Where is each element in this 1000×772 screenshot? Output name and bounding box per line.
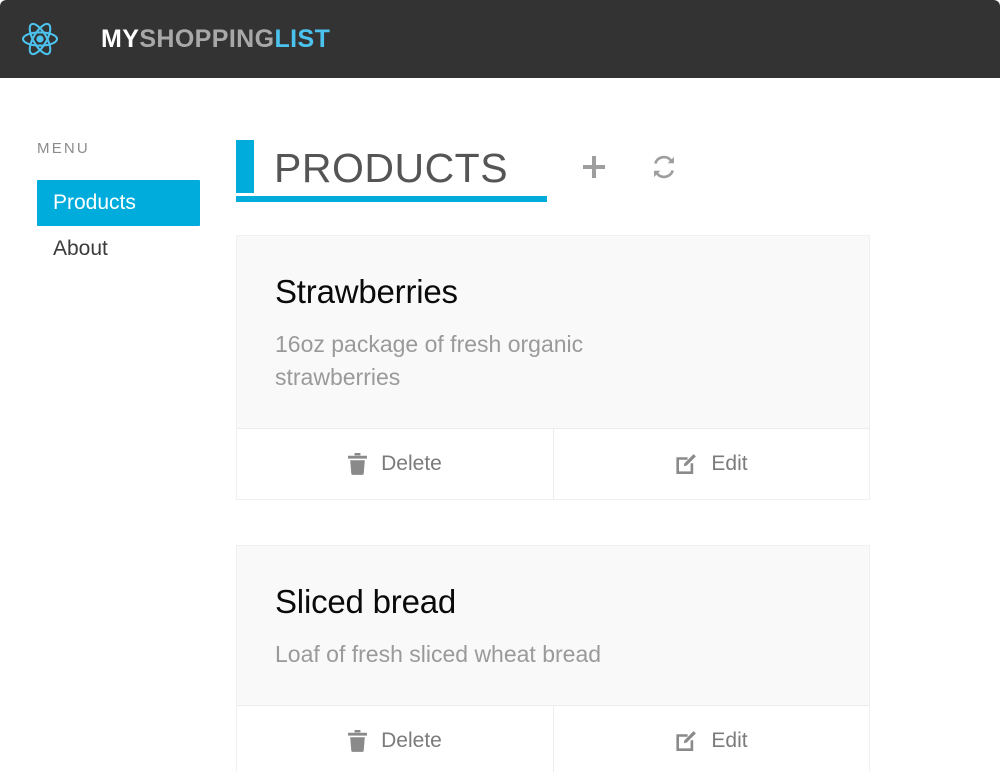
edit-button[interactable]: Edit (553, 705, 869, 772)
product-card-body: Strawberries 16oz package of fresh organ… (237, 236, 869, 428)
sidebar-item-products[interactable]: Products (37, 180, 200, 227)
react-logo-icon (16, 15, 64, 63)
sidebar-heading: MENU (37, 140, 90, 157)
main-content: PRODUCTS Strawberries 16oz package of fr… (236, 140, 1000, 772)
brand-title[interactable]: MYSHOPPINGLIST (101, 24, 331, 53)
brand-title-list: LIST (274, 24, 331, 53)
refresh-button[interactable] (643, 146, 685, 188)
product-description: Loaf of fresh sliced wheat bread (275, 640, 602, 667)
delete-button-label: Delete (381, 728, 442, 752)
edit-button[interactable]: Edit (553, 428, 869, 499)
page-header-actions (573, 146, 685, 188)
trash-icon (348, 729, 368, 752)
page-title: PRODUCTS (274, 144, 509, 191)
brand-title-shopping: SHOPPING (139, 24, 275, 53)
product-card-body: Sliced bread Loaf of fresh sliced wheat … (237, 546, 869, 705)
edit-icon (675, 453, 697, 475)
edit-button-label: Edit (711, 451, 748, 475)
product-card: Sliced bread Loaf of fresh sliced wheat … (236, 544, 870, 772)
brand-title-my: MY (101, 24, 140, 53)
page-title-block: PRODUCTS (236, 140, 547, 202)
product-description: 16oz package of fresh organic strawberri… (275, 331, 584, 390)
product-title: Sliced bread (275, 582, 457, 620)
edit-icon (675, 730, 697, 752)
product-card-footer: Delete Edit (237, 704, 869, 772)
delete-button[interactable]: Delete (237, 705, 553, 772)
plus-icon (581, 154, 607, 180)
sidebar-menu: Products About (37, 180, 236, 272)
sidebar: MENU Products About (0, 140, 236, 272)
delete-button[interactable]: Delete (237, 428, 553, 499)
top-navbar: MYSHOPPINGLIST (0, 0, 1000, 78)
delete-button-label: Delete (381, 451, 442, 475)
add-product-button[interactable] (573, 146, 615, 188)
page-body: MENU Products About PRODUCTS Strawberrie… (0, 78, 1000, 772)
product-card: Strawberries 16oz package of fresh organ… (236, 235, 870, 500)
trash-icon (348, 452, 368, 475)
sidebar-item-about[interactable]: About (37, 226, 236, 272)
edit-button-label: Edit (711, 728, 748, 752)
app-window: MYSHOPPINGLIST MENU Products About PRODU… (0, 0, 1000, 772)
page-header: PRODUCTS (236, 140, 978, 202)
refresh-icon (651, 154, 677, 180)
product-card-footer: Delete Edit (237, 427, 869, 499)
product-title: Strawberries (275, 273, 458, 310)
title-accent-bar-bottom (236, 196, 547, 202)
title-accent-bar-left (236, 140, 254, 193)
